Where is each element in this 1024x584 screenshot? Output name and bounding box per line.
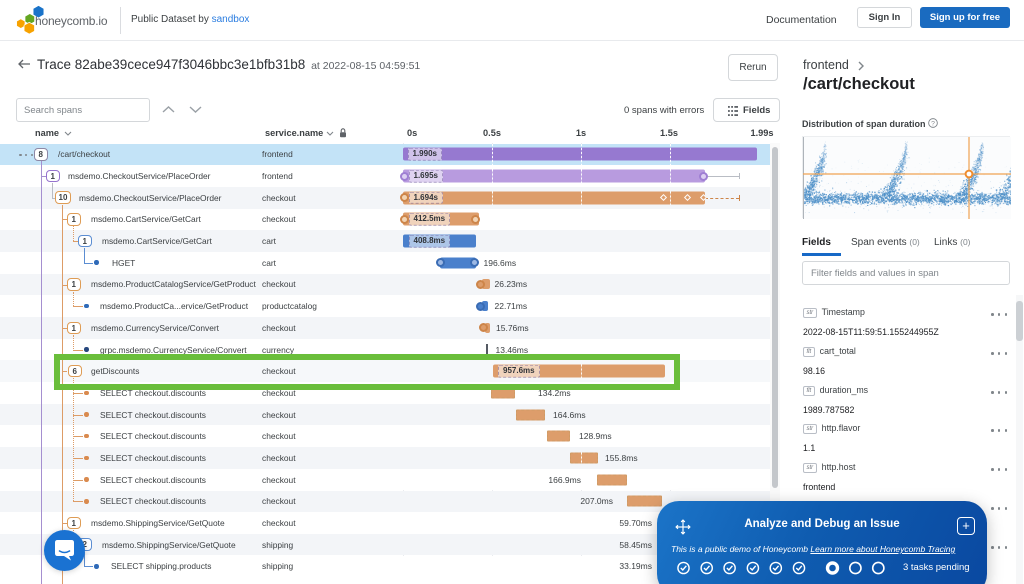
svg-text:?: ?: [931, 120, 935, 127]
